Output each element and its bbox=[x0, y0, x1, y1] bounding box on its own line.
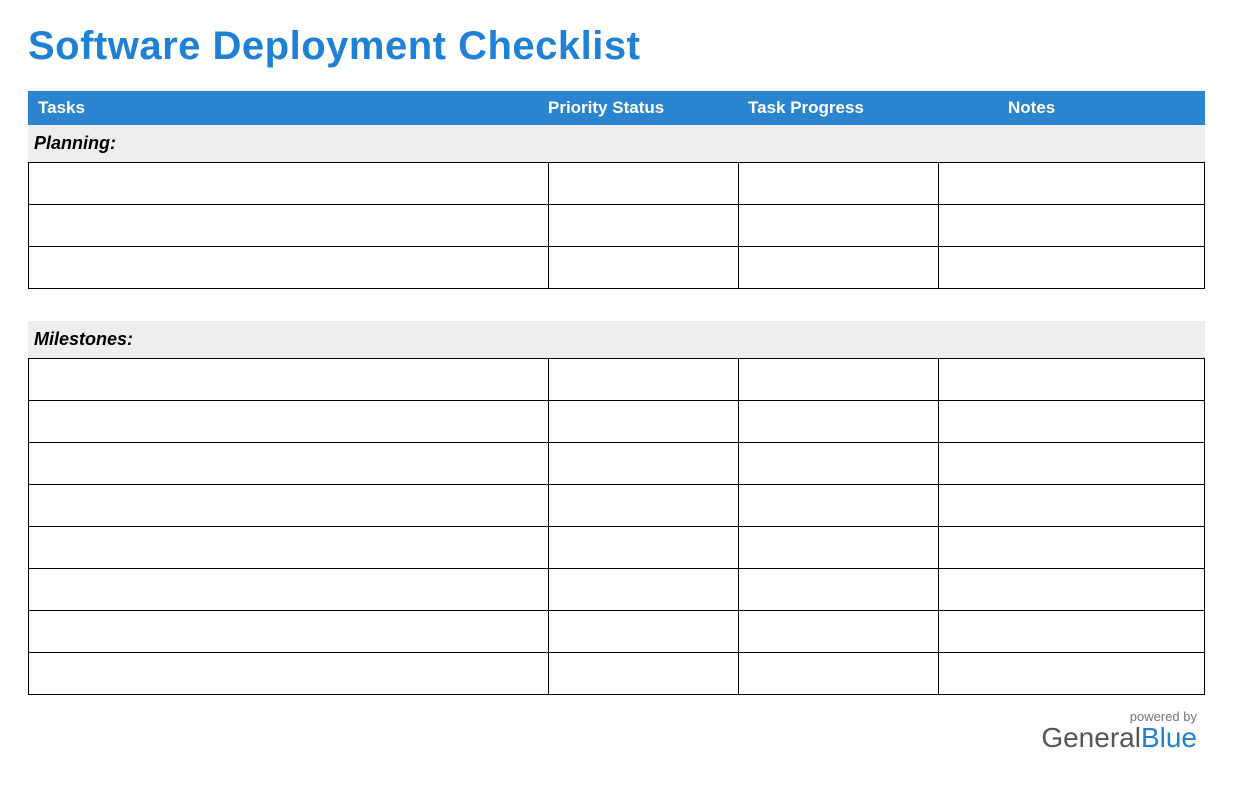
cell-priority[interactable] bbox=[549, 163, 739, 205]
cell-priority[interactable] bbox=[549, 485, 739, 527]
planning-table bbox=[28, 162, 1205, 289]
section-header-milestones: Milestones: bbox=[28, 321, 1205, 358]
table-row bbox=[29, 653, 1205, 695]
cell-task[interactable] bbox=[29, 401, 549, 443]
logo-general: General bbox=[1041, 722, 1141, 753]
table-row bbox=[29, 443, 1205, 485]
cell-progress[interactable] bbox=[739, 527, 939, 569]
cell-task[interactable] bbox=[29, 527, 549, 569]
cell-notes[interactable] bbox=[939, 569, 1205, 611]
cell-task[interactable] bbox=[29, 443, 549, 485]
cell-notes[interactable] bbox=[939, 653, 1205, 695]
cell-progress[interactable] bbox=[739, 611, 939, 653]
cell-task[interactable] bbox=[29, 205, 549, 247]
cell-notes[interactable] bbox=[939, 485, 1205, 527]
table-row bbox=[29, 401, 1205, 443]
cell-notes[interactable] bbox=[939, 443, 1205, 485]
table-row bbox=[29, 527, 1205, 569]
page-title: Software Deployment Checklist bbox=[28, 24, 1205, 69]
cell-priority[interactable] bbox=[549, 443, 739, 485]
table-row bbox=[29, 247, 1205, 289]
cell-progress[interactable] bbox=[739, 653, 939, 695]
cell-progress[interactable] bbox=[739, 205, 939, 247]
cell-notes[interactable] bbox=[939, 401, 1205, 443]
section-header-planning: Planning: bbox=[28, 125, 1205, 162]
cell-priority[interactable] bbox=[549, 205, 739, 247]
cell-priority[interactable] bbox=[549, 527, 739, 569]
cell-progress[interactable] bbox=[739, 163, 939, 205]
cell-notes[interactable] bbox=[939, 359, 1205, 401]
table-row bbox=[29, 205, 1205, 247]
table-row bbox=[29, 485, 1205, 527]
cell-priority[interactable] bbox=[549, 247, 739, 289]
cell-progress[interactable] bbox=[739, 569, 939, 611]
table-row bbox=[29, 611, 1205, 653]
cell-progress[interactable] bbox=[739, 485, 939, 527]
column-header-row: Tasks Priority Status Task Progress Note… bbox=[28, 91, 1205, 125]
col-header-notes: Notes bbox=[938, 98, 1205, 118]
footer: powered by GeneralBlue bbox=[28, 709, 1205, 754]
cell-priority[interactable] bbox=[549, 359, 739, 401]
col-header-priority: Priority Status bbox=[548, 98, 738, 118]
cell-task[interactable] bbox=[29, 569, 549, 611]
col-header-progress: Task Progress bbox=[738, 98, 938, 118]
cell-progress[interactable] bbox=[739, 247, 939, 289]
cell-priority[interactable] bbox=[549, 401, 739, 443]
cell-progress[interactable] bbox=[739, 359, 939, 401]
footer-logo: GeneralBlue bbox=[28, 722, 1197, 754]
cell-priority[interactable] bbox=[549, 569, 739, 611]
cell-priority[interactable] bbox=[549, 653, 739, 695]
milestones-table bbox=[28, 358, 1205, 695]
cell-notes[interactable] bbox=[939, 163, 1205, 205]
cell-notes[interactable] bbox=[939, 527, 1205, 569]
cell-task[interactable] bbox=[29, 247, 549, 289]
cell-task[interactable] bbox=[29, 359, 549, 401]
table-row bbox=[29, 163, 1205, 205]
logo-blue: Blue bbox=[1141, 722, 1197, 753]
table-row bbox=[29, 569, 1205, 611]
cell-notes[interactable] bbox=[939, 247, 1205, 289]
cell-task[interactable] bbox=[29, 485, 549, 527]
cell-priority[interactable] bbox=[549, 611, 739, 653]
table-row bbox=[29, 359, 1205, 401]
cell-progress[interactable] bbox=[739, 443, 939, 485]
col-header-tasks: Tasks bbox=[28, 98, 548, 118]
cell-notes[interactable] bbox=[939, 205, 1205, 247]
cell-notes[interactable] bbox=[939, 611, 1205, 653]
cell-task[interactable] bbox=[29, 611, 549, 653]
cell-progress[interactable] bbox=[739, 401, 939, 443]
section-spacer bbox=[28, 289, 1205, 321]
cell-task[interactable] bbox=[29, 653, 549, 695]
cell-task[interactable] bbox=[29, 163, 549, 205]
